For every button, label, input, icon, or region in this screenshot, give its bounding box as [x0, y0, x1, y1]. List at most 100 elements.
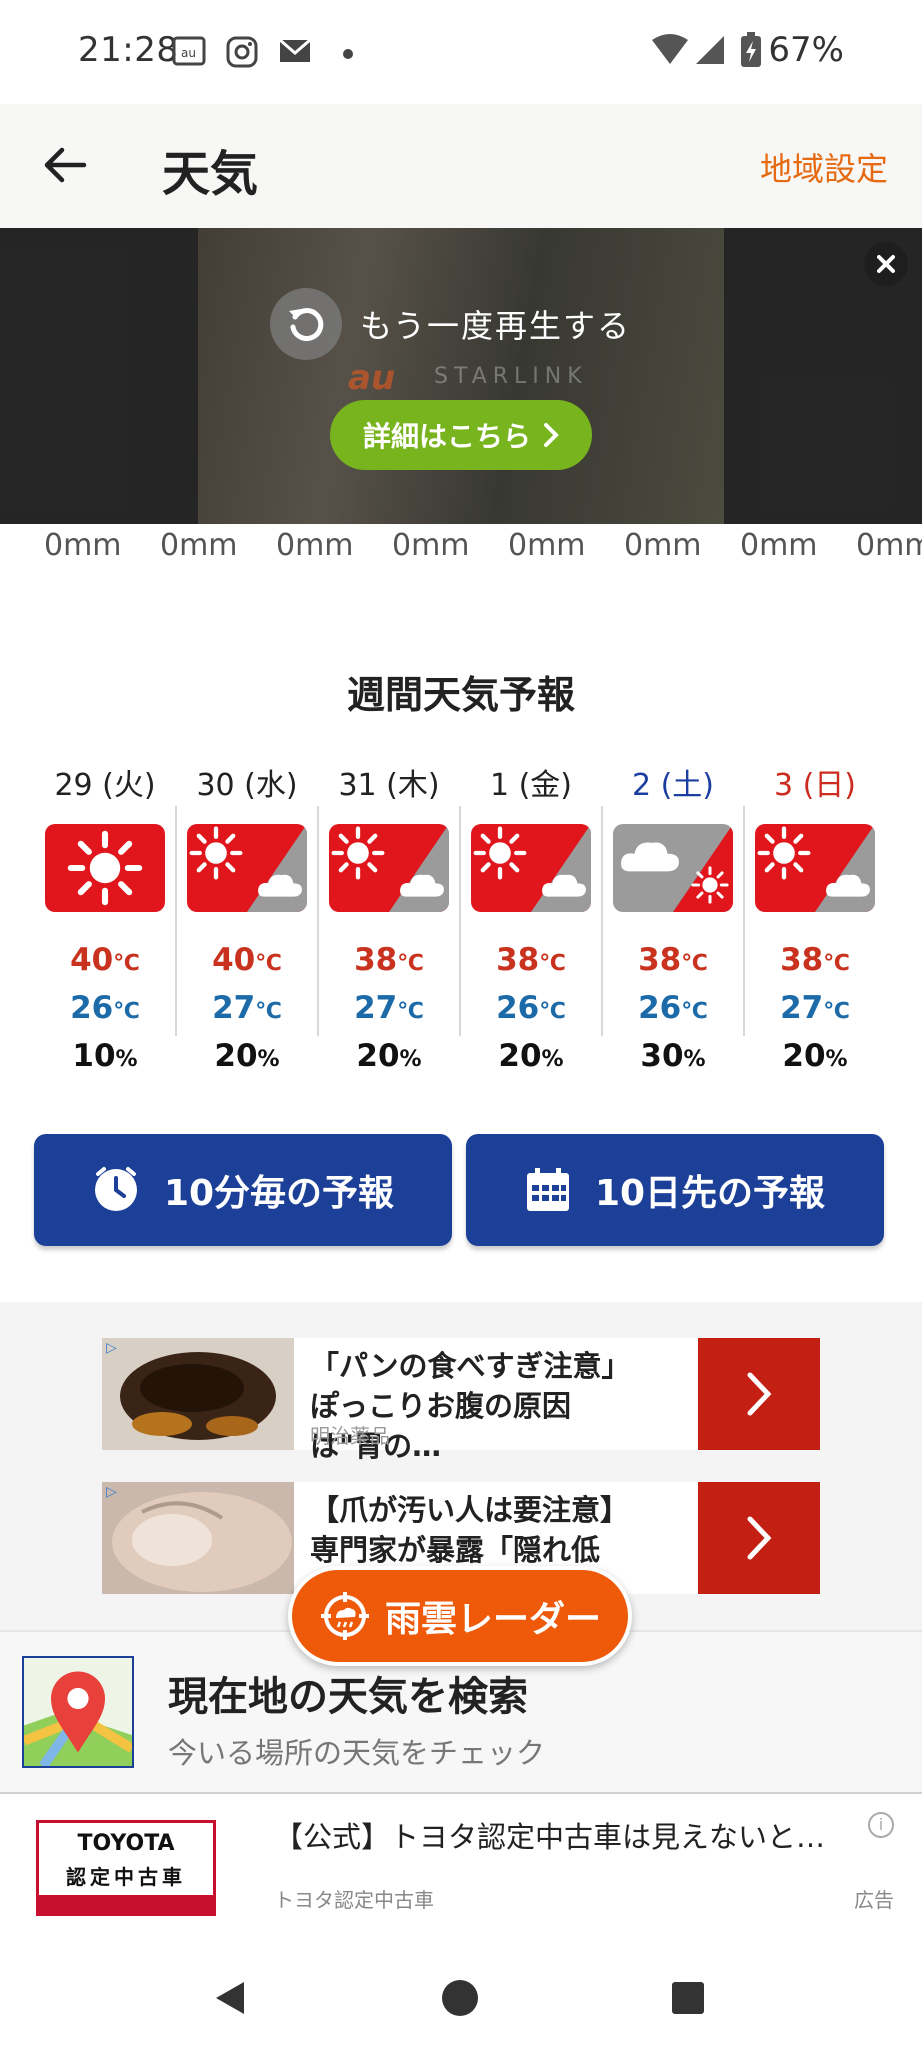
forecast-day[interactable]: 30 (水) 40℃ 27℃ 20%	[176, 758, 318, 1098]
precip-chance: 20%	[744, 1038, 886, 1074]
map-pin-icon	[22, 1656, 134, 1768]
forecast-day[interactable]: 31 (木) 38℃ 27℃ 20%	[318, 758, 460, 1098]
adchoices-icon[interactable]: ▷	[106, 1484, 117, 1500]
location-search-title: 現在地の天気を検索	[168, 1674, 528, 1720]
temp-unit: ℃	[823, 951, 850, 976]
forecast-day[interactable]: 1 (金) 38℃ 26℃ 20%	[460, 758, 602, 1098]
forecast-day[interactable]: 2 (土) 38℃ 26℃ 30%	[602, 758, 744, 1098]
low-temp: 26℃	[34, 990, 176, 1026]
precip-chance-value: 10	[72, 1038, 116, 1074]
forecast-day-label: 31 (木)	[338, 768, 440, 803]
nav-home-icon[interactable]	[440, 1978, 480, 2018]
native-ad[interactable]: ▷ 「パンの食べすぎ注意」ぽっこりお腹の原因は"胃の… 明治薬品	[102, 1338, 820, 1463]
ten-minute-forecast-label: 10分毎の予報	[163, 1173, 395, 1214]
temp-unit: ℃	[539, 999, 566, 1024]
ad-image-fingernail	[102, 1482, 294, 1594]
ad-source: 明治薬品	[310, 1424, 390, 1448]
chevron-right-icon	[747, 1372, 772, 1416]
low-temp: 27℃	[318, 990, 460, 1026]
precip-chance-value: 20	[356, 1038, 400, 1074]
precip-value: 0mm	[276, 528, 354, 563]
temp-unit: ℃	[397, 999, 424, 1024]
temp-unit: ℃	[823, 999, 850, 1024]
precip-value: 0mm	[856, 528, 922, 563]
forecast-day-label: 30 (水)	[196, 768, 298, 803]
percent-unit: %	[399, 1047, 422, 1072]
close-icon	[877, 255, 895, 273]
weekly-forecast-title: 週間天気予報	[346, 673, 575, 717]
precip-chance: 20%	[318, 1038, 460, 1074]
toyota-logo: TOYOTA 認定中古車	[36, 1820, 216, 1916]
temp-unit: ℃	[681, 999, 708, 1024]
au-notification-icon: au	[172, 36, 206, 66]
high-temp: 40℃	[34, 942, 176, 978]
temp-unit: ℃	[255, 951, 282, 976]
ad-image-bread	[102, 1338, 294, 1450]
nav-recents-icon[interactable]	[670, 1980, 706, 2016]
instagram-icon	[226, 36, 258, 68]
sunny-then-cloudy-icon	[329, 824, 449, 912]
rain-radar-button[interactable]: 雨雲レーダー	[288, 1566, 632, 1666]
precip-value: 0mm	[160, 528, 238, 563]
percent-unit: %	[683, 1047, 706, 1072]
ad-arrow-button[interactable]	[698, 1338, 820, 1450]
video-ad[interactable]: au STARLINK もう一度再生する 詳細はこちら	[0, 228, 922, 524]
ten-day-forecast-label: 10日先の予報	[594, 1173, 826, 1214]
high-temp: 38℃	[318, 942, 460, 978]
clock-icon	[94, 1167, 137, 1211]
toyota-logo-subtitle: 認定中古車	[66, 1865, 186, 1889]
ad-arrow-button[interactable]	[698, 1482, 820, 1594]
back-arrow-icon[interactable]	[40, 140, 90, 190]
high-temp: 38℃	[744, 942, 886, 978]
location-search-subtitle: 今いる場所の天気をチェック	[168, 1736, 546, 1770]
high-temp: 38℃	[460, 942, 602, 978]
precip-value: 0mm	[392, 528, 470, 563]
au-brand-logo: au	[348, 358, 396, 398]
banner-ad-source: トヨタ認定中古車	[274, 1888, 434, 1912]
precip-chance: 20%	[460, 1038, 602, 1074]
cellular-signal-icon	[696, 36, 724, 64]
forecast-day[interactable]: 3 (日) 38℃ 27℃ 20%	[744, 758, 886, 1098]
ten-minute-forecast-button[interactable]: 10分毎の予報	[34, 1134, 452, 1246]
high-temp-value: 40	[70, 942, 114, 978]
forecast-day-label: 29 (火)	[54, 768, 156, 803]
percent-unit: %	[257, 1047, 280, 1072]
replay-button[interactable]: もう一度再生する	[270, 288, 631, 360]
nav-back-icon[interactable]	[210, 1978, 250, 2018]
sunny-then-cloudy-icon	[187, 824, 307, 912]
high-temp-value: 38	[496, 942, 540, 978]
chevron-right-icon	[747, 1516, 772, 1560]
percent-unit: %	[825, 1047, 848, 1072]
ad-label: 広告	[854, 1888, 894, 1912]
cloudy-then-sunny-icon	[613, 824, 733, 912]
precip-value: 0mm	[740, 528, 818, 563]
low-temp-value: 27	[354, 990, 398, 1026]
precip-chance: 30%	[602, 1038, 744, 1074]
status-time: 21:28	[78, 30, 179, 70]
sunny-icon	[45, 824, 165, 912]
region-settings-link[interactable]: 地域設定	[760, 144, 888, 190]
forecast-day[interactable]: 29 (火) 40℃ 26℃ 10%	[34, 758, 176, 1098]
battery-percent: 67%	[768, 30, 844, 70]
close-ad-button[interactable]	[864, 242, 908, 286]
detail-button[interactable]: 詳細はこちら	[330, 400, 592, 470]
percent-unit: %	[115, 1047, 138, 1072]
weekly-forecast: 29 (火) 40℃ 26℃ 10% 30 (水) 40℃ 27℃ 20% 31 (木) 3…	[34, 758, 884, 1098]
temp-unit: ℃	[113, 951, 140, 976]
precip-chance-value: 20	[498, 1038, 542, 1074]
battery-charging-icon	[741, 32, 761, 67]
calendar-icon	[526, 1168, 569, 1211]
high-temp-value: 40	[212, 942, 256, 978]
forecast-day-label: 2 (土)	[631, 768, 715, 803]
adchoices-icon[interactable]: ▷	[106, 1340, 117, 1356]
banner-ad[interactable]: TOYOTA 認定中古車 【公式】トヨタ認定中古車は見えないと… トヨタ認定中古…	[0, 1796, 922, 1946]
banner-ad-headline: 【公式】トヨタ認定中古車は見えないと…	[274, 1820, 826, 1854]
low-temp-value: 26	[638, 990, 682, 1026]
precip-chance: 20%	[176, 1038, 318, 1074]
info-icon[interactable]: i	[868, 1812, 894, 1838]
hourly-precipitation-row: 0mm 0mm 0mm 0mm 0mm 0mm 0mm 0mm	[0, 522, 922, 572]
rain-radar-label: 雨雲レーダー	[384, 1599, 601, 1640]
wifi-icon	[652, 34, 688, 64]
low-temp-value: 27	[212, 990, 256, 1026]
ten-day-forecast-button[interactable]: 10日先の予報	[466, 1134, 884, 1246]
